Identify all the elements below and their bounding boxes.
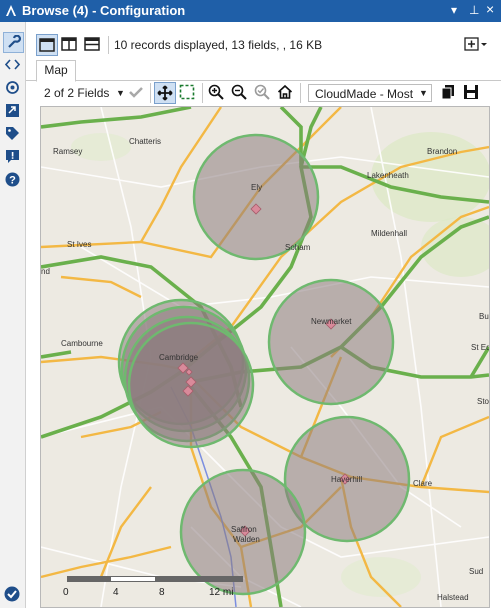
place-label: Cambridge bbox=[159, 353, 199, 362]
status-ok-icon bbox=[4, 586, 20, 602]
tab-strip: Map bbox=[26, 60, 501, 82]
select-region-button[interactable] bbox=[177, 82, 197, 102]
place-label: Lakenheath bbox=[367, 171, 409, 180]
buffer-circle-newmarket[interactable] bbox=[267, 278, 395, 406]
place-label: Chatteris bbox=[129, 137, 162, 146]
fields-dropdown-icon[interactable]: ▼ bbox=[116, 88, 125, 98]
scale-tick-label: 4 bbox=[113, 587, 119, 598]
map-toolbar: 2 of 2 Fields ▼ CloudMade - Most ▼ bbox=[36, 80, 496, 106]
records-status: 10 records displayed, 13 fields, , 16 KB bbox=[114, 38, 323, 52]
home-extent-button[interactable] bbox=[275, 82, 295, 102]
configuration-icon[interactable] bbox=[3, 32, 24, 53]
connection-icon[interactable] bbox=[3, 78, 22, 97]
basemap-dropdown-icon[interactable]: ▼ bbox=[419, 88, 428, 98]
copy-map-button[interactable] bbox=[438, 82, 458, 102]
pin-button[interactable]: ⊥ bbox=[469, 3, 479, 17]
map-canvas bbox=[41, 107, 489, 607]
close-button[interactable]: × bbox=[486, 1, 494, 17]
zoom-selection-button[interactable] bbox=[252, 82, 272, 102]
window-title: Browse (4) - Configuration bbox=[22, 3, 186, 18]
title-bar: Browse (4) - Configuration ▾ ⊥ × bbox=[0, 0, 501, 22]
metainfo-icon[interactable] bbox=[3, 101, 22, 120]
place-label: Newmarket bbox=[311, 317, 352, 326]
buffer-circle-ely[interactable] bbox=[192, 133, 320, 261]
scale-tick-label: 8 bbox=[159, 587, 165, 598]
place-label: Cambourne bbox=[61, 339, 103, 348]
split-vertical-button[interactable] bbox=[59, 34, 79, 54]
place-label: Haverhill bbox=[331, 475, 363, 484]
view-toolbar: 10 records displayed, 13 fields, , 16 KB bbox=[26, 32, 501, 58]
apply-check-button[interactable] bbox=[126, 82, 146, 102]
browse-panel: 10 records displayed, 13 fields, , 16 KB… bbox=[26, 22, 501, 608]
place-label: nd bbox=[41, 267, 50, 276]
window-menu-button[interactable]: ▾ bbox=[451, 3, 457, 17]
zoom-in-button[interactable] bbox=[206, 82, 226, 102]
map-view[interactable]: Chatteris Ramsey Brandon Lakenheath Ely … bbox=[40, 106, 490, 608]
add-window-button[interactable] bbox=[462, 34, 490, 54]
basemap-value: CloudMade - Most bbox=[315, 87, 414, 101]
place-label: Halstead bbox=[437, 593, 469, 602]
messages-icon[interactable] bbox=[3, 147, 22, 166]
annotation-icon[interactable] bbox=[3, 55, 22, 74]
place-label: Brandon bbox=[427, 147, 458, 156]
tab-map[interactable]: Map bbox=[36, 60, 76, 82]
single-view-button[interactable] bbox=[36, 34, 58, 56]
place-label: St Ives bbox=[67, 240, 92, 249]
place-label: Clare bbox=[413, 479, 433, 488]
svg-text:?: ? bbox=[9, 175, 16, 187]
help-icon[interactable]: ? bbox=[3, 170, 22, 189]
place-label: Mildenhall bbox=[371, 229, 408, 238]
place-label: Saffron bbox=[231, 525, 257, 534]
place-label: Ely bbox=[251, 183, 263, 192]
zoom-out-button[interactable] bbox=[229, 82, 249, 102]
place-label: Soham bbox=[285, 243, 311, 252]
place-label: Sto bbox=[477, 397, 490, 406]
place-label: Walden bbox=[233, 535, 260, 544]
scale-tick-label: 0 bbox=[63, 587, 69, 598]
place-label: Ramsey bbox=[53, 147, 83, 156]
pan-tool-button[interactable] bbox=[154, 82, 176, 104]
split-horizontal-button[interactable] bbox=[82, 34, 102, 54]
app-logo-icon bbox=[6, 5, 16, 16]
left-sidebar: ? bbox=[0, 22, 26, 608]
save-map-button[interactable] bbox=[461, 82, 481, 102]
basemap-select[interactable]: CloudMade - Most bbox=[308, 84, 432, 102]
place-label: Bu bbox=[479, 312, 489, 321]
scale-tick-label: 12 mi bbox=[209, 587, 234, 598]
place-label: St Ed bbox=[471, 343, 490, 352]
tag-icon[interactable] bbox=[3, 124, 22, 143]
place-label: Sud bbox=[469, 567, 484, 576]
fields-selector[interactable]: 2 of 2 Fields bbox=[44, 86, 109, 100]
tab-map-label: Map bbox=[44, 63, 68, 77]
scale-bar bbox=[67, 576, 243, 582]
